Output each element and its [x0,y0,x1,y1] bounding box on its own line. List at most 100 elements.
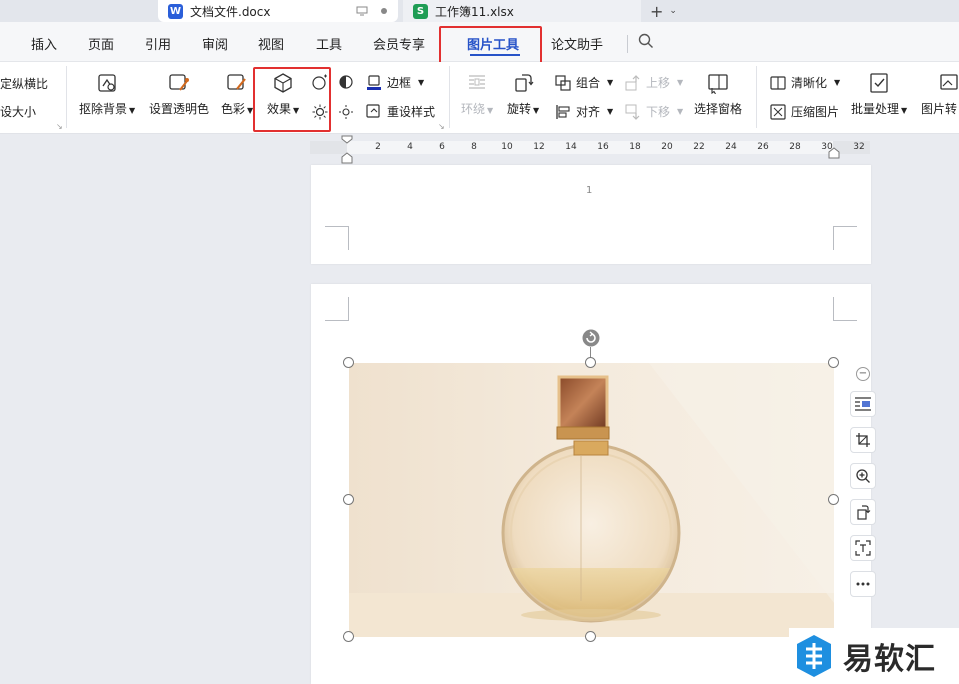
group-label: 组合 [576,76,601,90]
chevron-down-icon[interactable]: ⌄ [669,6,677,16]
bring-forward-label: 上移 [646,76,671,90]
wrap-label: 环绕 [461,102,486,116]
resize-handle-top-right[interactable] [828,357,839,368]
effects-button[interactable]: 效果 ▼ [267,72,299,117]
ruler-label: 8 [471,142,477,152]
menu-references[interactable]: 引用 [145,34,171,53]
selection-pane-label: 选择窗格 [694,102,743,116]
zoom-in-button[interactable] [850,463,876,489]
sun-icon[interactable] [338,104,354,120]
resize-handle-left[interactable] [343,494,354,505]
active-tab-underline [470,54,520,56]
compress-image-label: 压缩图片 [791,105,840,119]
border-button[interactable]: 边框 ▼ [366,74,424,91]
remove-background-button[interactable]: 抠除背景 ▼ [79,72,135,117]
resize-handle-right[interactable] [828,494,839,505]
collapse-toolbar-button[interactable]: − [856,367,870,381]
compress-image-icon [770,103,786,120]
compress-image-button[interactable]: 压缩图片 [770,103,839,120]
color-button[interactable]: 色彩 ▼ [221,72,253,117]
more-options-button[interactable] [850,571,876,597]
color-label: 色彩 [221,102,246,116]
tab-xlsx-label: 工作簿11.xlsx [435,4,514,19]
reset-style-icon [366,103,380,118]
resize-handle-top-left[interactable] [343,357,354,368]
site-watermark: 易软汇 [789,628,959,684]
menu-member[interactable]: 会员专享 [373,34,425,53]
resize-handle-bottom-left[interactable] [343,631,354,642]
wrap-layout-icon [855,397,871,411]
ruler-label: 24 [725,142,737,152]
rotate-button[interactable]: 旋转 ▼ [507,72,539,117]
send-backward-icon [625,104,640,120]
unsaved-dot-icon[interactable] [380,7,388,15]
reset-size-button[interactable]: 设大小 [0,103,36,120]
dialog-launcher-icon[interactable]: ↘ [438,122,445,131]
group-button[interactable]: 组合 ▼ [555,74,613,91]
page-corner-mark [325,297,349,321]
batch-process-button[interactable]: 批量处理 ▼ [851,72,907,117]
search-icon[interactable] [638,33,654,49]
image-convert-label: 图片转 [921,102,958,116]
remove-background-label: 抠除背景 [79,102,128,116]
brightness-icon[interactable] [312,104,328,120]
menu-insert[interactable]: 插入 [31,34,57,53]
resize-handle-bottom[interactable] [585,631,596,642]
perfume-bottle-image[interactable] [349,363,834,637]
ribbon-separator [66,66,67,128]
monitor-icon[interactable] [356,6,368,16]
rotate-handle-icon[interactable] [582,329,600,347]
ruler-label: 32 [853,142,865,152]
selection-pane-button[interactable]: 选择窗格 [694,72,742,117]
horizontal-ruler[interactable]: 2 4 6 8 10 12 14 16 18 20 22 24 26 28 30… [310,141,870,154]
lock-ratio-button[interactable]: 定纵横比 [0,75,48,92]
image-convert-button[interactable]: 图片转 [921,72,959,117]
send-backward-button[interactable]: 下移 ▼ [625,103,683,120]
color-icon [227,74,246,90]
ribbon-separator [449,66,450,128]
bring-forward-button[interactable]: 上移 ▼ [625,74,683,91]
border-label: 边框 [387,76,412,90]
crop-button[interactable] [850,427,876,453]
menu-tools[interactable]: 工具 [316,34,342,53]
new-tab-button[interactable]: + ⌄ [650,0,677,22]
ruler-label: 26 [757,142,769,152]
ribbon-separator [756,66,757,128]
extract-text-button[interactable] [850,535,876,561]
dialog-launcher-icon[interactable]: ↘ [56,122,63,131]
document-page-1[interactable]: 1 [311,165,871,264]
align-button[interactable]: 对齐 ▼ [555,103,613,120]
ruler-label: 6 [439,142,445,152]
menu-paper-assistant[interactable]: 论文助手 [551,34,603,53]
perfume-bottle-illustration [349,363,834,637]
layout-options-button[interactable] [850,391,876,417]
resize-handle-top[interactable] [585,357,596,368]
menu-view[interactable]: 视图 [258,34,284,53]
right-indent-marker[interactable] [828,147,840,159]
tab-docx[interactable]: W 文档文件.docx [158,0,398,22]
image-convert-icon [940,74,958,90]
lock-ratio-label: 定纵横比 [0,77,49,91]
bring-forward-icon [625,74,640,90]
sharpen-button[interactable]: 清晰化 ▼ [770,74,840,91]
send-backward-label: 下移 [646,105,671,119]
menu-picture-tools[interactable]: 图片工具 [467,34,519,53]
rotate-image-button[interactable] [850,499,876,525]
transparent-color-icon [169,74,189,91]
rotate-icon [515,74,534,92]
wrap-button[interactable]: 环绕 ▼ [461,72,493,117]
menu-page[interactable]: 页面 [88,34,114,53]
contrast-icon[interactable] [338,74,354,90]
tab-xlsx[interactable]: S 工作簿11.xlsx [403,0,641,22]
set-transparent-color-button[interactable]: 设置透明色 [149,72,209,117]
page-number: 1 [586,185,593,196]
watermark-logo-icon [797,635,831,677]
ruler-label: 18 [629,142,641,152]
page-corner-mark [325,226,349,250]
left-indent-marker[interactable] [341,135,353,165]
shadow-icon[interactable] [312,74,328,90]
reset-style-button[interactable]: 重设样式 [366,103,435,120]
crop-icon [856,433,870,447]
ruler-label: 2 [375,142,381,152]
menu-review[interactable]: 审阅 [202,34,228,53]
